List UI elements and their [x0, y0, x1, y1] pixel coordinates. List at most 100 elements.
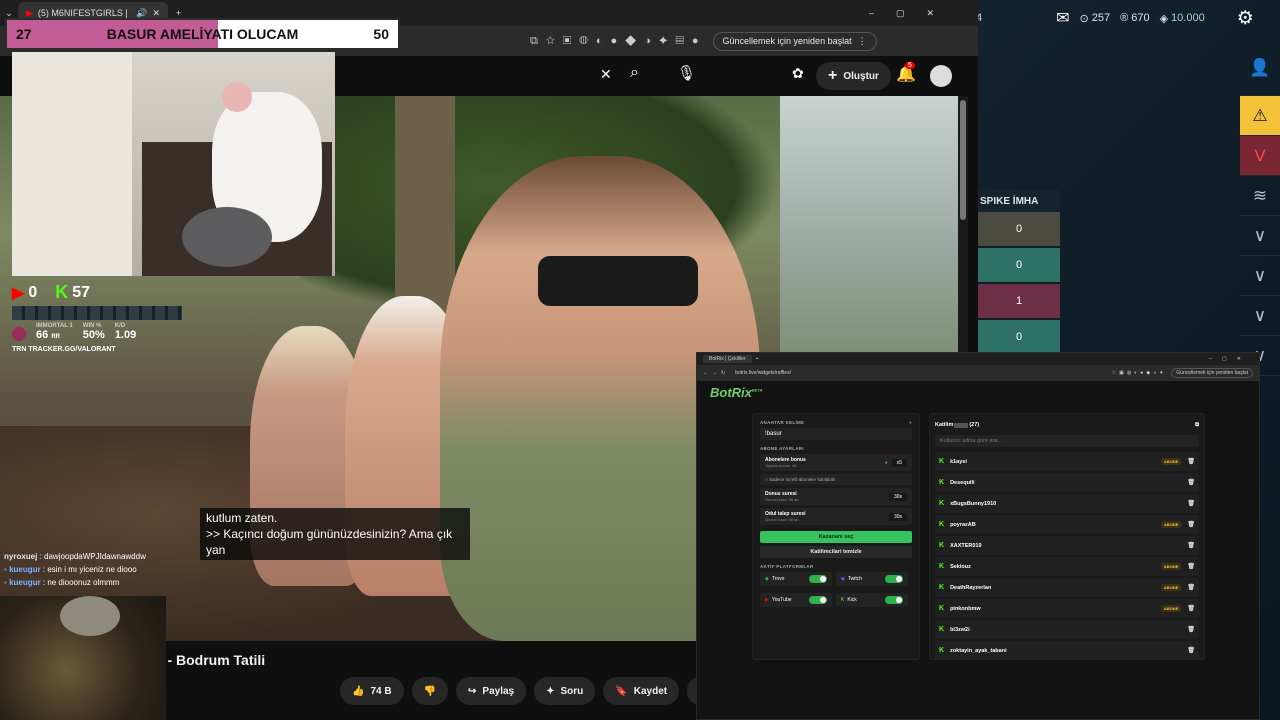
delete-icon[interactable]: 🗑 [1187, 479, 1195, 486]
delete-icon[interactable]: 🗑 [1187, 542, 1195, 549]
window-controls[interactable]: –▢✕ [1209, 356, 1251, 362]
kick-toggle[interactable] [885, 596, 903, 604]
add-friend-icon[interactable]: 👤 [1240, 40, 1280, 96]
youtube-favicon-icon: ▶ [26, 7, 33, 18]
mail-icon[interactable]: ✉ [1056, 8, 1069, 28]
toggle-dot-icon[interactable]: ● [885, 460, 888, 466]
participant-name: k1aysi [950, 458, 967, 465]
chat-message: ▪ kueugur : ne diooonuz olmmm [4, 578, 120, 587]
stream-stats-overlay: ▶ 0 K 57 IMMORTAL 1 66 RR WIN % 50% K/D 1.0… [12, 282, 182, 370]
redacted-bar [954, 422, 969, 428]
extension-icons[interactable]: ⧉☆▣◍◐●◆◑✦▤● [530, 35, 707, 48]
nav-icons[interactable]: ←→↻ [703, 370, 729, 376]
tab-menu-icon[interactable]: ⌄ [0, 8, 18, 19]
address-bar[interactable]: botrix.live/widgets/raffles/ [735, 370, 1111, 376]
warning-icon[interactable]: ⚠ [1240, 96, 1280, 136]
microphone-icon[interactable]: 🎙 [677, 64, 696, 82]
window-controls[interactable]: –▢✕ [869, 8, 956, 19]
twitch-icon: ◆ [841, 576, 845, 582]
kick-viewer-count: 57 [72, 283, 91, 301]
cam2-object [60, 596, 120, 636]
friend-avatar-icon[interactable]: ∨ [1240, 296, 1280, 336]
subscriber-badge: ABONE [1160, 458, 1182, 465]
search-icon[interactable]: ⌕ [630, 64, 639, 82]
botrix-toolbar: ←→↻ botrix.live/widgets/raffles/ ☆▣◍◐●◆◑… [697, 365, 1259, 381]
delete-icon[interactable]: 🗑 [1187, 647, 1195, 654]
goal-current: 27 [16, 26, 32, 42]
duration-select[interactable]: 30s [888, 492, 907, 501]
extension-icons[interactable]: ☆▣◍◐●◆◑✦ [1112, 370, 1167, 376]
twitch-toggle[interactable] [885, 575, 903, 583]
rank-rr-unit: RR [51, 334, 60, 340]
youtube-icon: ▶ [765, 597, 769, 603]
settings-gear-icon[interactable]: ⚙ [1237, 7, 1254, 30]
participant-row: K Desequili 🗑 [935, 473, 1199, 492]
thumbs-down-icon: 👎 [423, 685, 437, 697]
botrix-tab[interactable]: BotRix | Çekililer [703, 355, 752, 363]
new-tab-icon[interactable]: + [756, 356, 759, 362]
like-button[interactable]: 👍 74 B [340, 677, 404, 705]
delete-icon[interactable]: 🗑 [1187, 458, 1195, 465]
request-select[interactable]: 30s [888, 512, 907, 521]
delete-icon[interactable]: 🗑 [1187, 500, 1195, 507]
ask-button[interactable]: ✦ Soru [534, 677, 596, 705]
update-chrome-button[interactable]: Güncellemek için yeniden başlat [1171, 368, 1253, 378]
rank-rr: 66 [36, 329, 49, 341]
keyword-input[interactable]: !basur [760, 428, 912, 440]
clear-participants-button[interactable]: Katilimcilari temizle [760, 546, 912, 558]
video-title: n - Bodrum Tatili [155, 652, 266, 668]
participant-row: Kbl3zw2i 🗑 [935, 620, 1199, 639]
new-tab-icon[interactable]: + [176, 8, 181, 18]
kick-logo-icon: K [55, 282, 69, 302]
clear-search-icon[interactable]: ✕ [600, 66, 612, 83]
goal-title: BASUR AMELİYATI OLUCAM [106, 26, 299, 42]
kick-icon: K [939, 500, 945, 507]
friend-avatar-icon[interactable]: ∨ [1240, 216, 1280, 256]
participant-search-input[interactable]: Kullanici adina gore ara... [935, 435, 1199, 447]
currency-vp: ⊙ 257 [1079, 12, 1111, 25]
valorant-logo-icon[interactable]: V [1240, 136, 1280, 176]
trovo-toggle[interactable] [809, 575, 827, 583]
chat-badge-icon: ▪ [4, 565, 7, 574]
raffle-settings-panel: ANAHTAR KELİME ● !basur ABONE AYARLARI Ab… [752, 413, 920, 660]
spike-cell: 0 [978, 248, 1060, 282]
friend-avatar-icon[interactable]: ∨ [1240, 256, 1280, 296]
speaker-icon[interactable]: 🔊 [136, 8, 147, 19]
pick-winner-button[interactable]: Kazananı seç [760, 531, 912, 543]
delete-icon[interactable]: 🗑 [1187, 584, 1195, 591]
create-button[interactable]: + Oluştur [816, 62, 891, 90]
kick-icon: K [939, 542, 945, 549]
delete-icon[interactable]: 🗑 [1187, 521, 1195, 528]
youtube-toggle[interactable] [809, 596, 827, 604]
sub-bonus-select[interactable]: x5 [891, 458, 907, 467]
kick-icon: K [939, 563, 945, 570]
participant-row: KxBugsBunny1910 🗑 [935, 494, 1199, 513]
close-tab-icon[interactable]: ✕ [152, 8, 160, 19]
copy-icon[interactable]: ⧉ [1195, 422, 1199, 429]
participant-row: KpoyrazAB ABONE 🗑 [935, 515, 1199, 534]
participant-row: K Sekiouz ABONE 🗑 [935, 557, 1199, 576]
video-sunglasses [538, 256, 698, 306]
share-button[interactable]: ↪ Paylaş [456, 677, 527, 705]
youtube-logo-icon: ▶ [12, 284, 25, 302]
user-avatar[interactable] [930, 65, 952, 87]
participant-name: DeathRayzerlan [950, 584, 992, 591]
spike-header: SPIKE İMHA [978, 190, 1060, 212]
duration-row: Donus suresi Guncel sure: 30 sn 30s [760, 488, 912, 505]
save-button[interactable]: 🔖 Kaydet [603, 677, 680, 705]
subscriber-badge: ABONE [1160, 521, 1182, 528]
only-paid-checkbox[interactable]: ○ Sadece ücretli aboneler katılabilir [760, 474, 912, 485]
update-chrome-button[interactable]: Güncellemek için yeniden başlat ⋮ [712, 31, 877, 51]
dislike-button[interactable]: 👎 [411, 677, 449, 705]
delete-icon[interactable]: 🗑 [1187, 626, 1195, 633]
delete-icon[interactable]: 🗑 [1187, 563, 1195, 570]
subtitle-line: kutlum zaten. [206, 511, 278, 525]
ai-icon[interactable]: ✿ [792, 65, 804, 82]
tracker-url: TRACKER.GG/VALORANT [28, 346, 116, 353]
platform-trovo: ◆ Trovo [760, 572, 832, 586]
wifi-off-icon: ≋ [1240, 176, 1280, 216]
participant-name: zoktayin_ayak_tabani [950, 647, 1007, 654]
rp-icon: ® [1120, 12, 1129, 24]
delete-icon[interactable]: 🗑 [1187, 605, 1195, 612]
share-icon: ↪ [468, 685, 477, 697]
